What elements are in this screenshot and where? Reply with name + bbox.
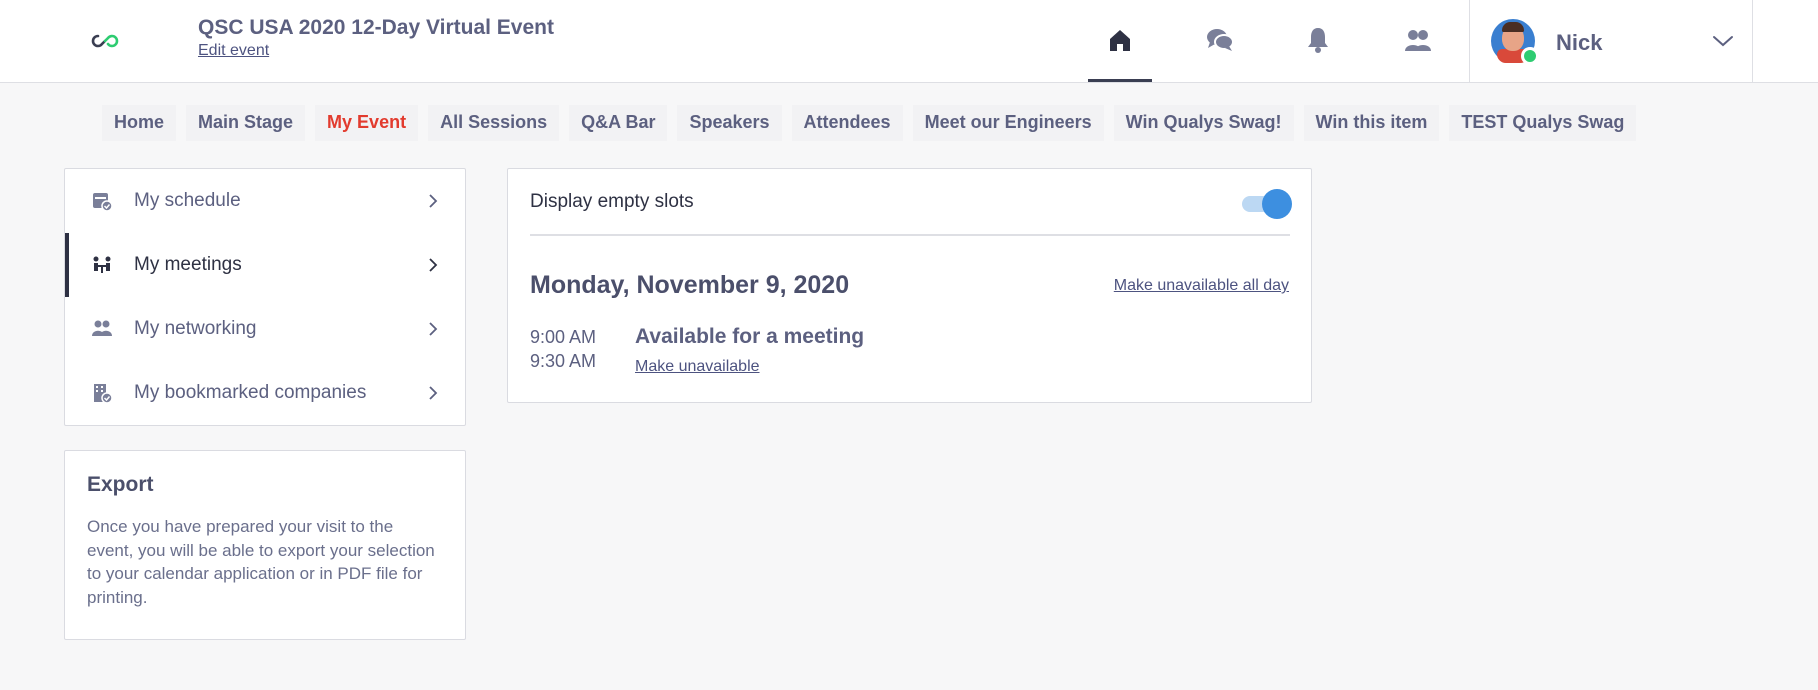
tab-attendees[interactable]: Attendees xyxy=(791,105,903,141)
networking-icon xyxy=(91,318,113,340)
building-check-icon xyxy=(91,382,113,404)
day-title: Monday, November 9, 2020 xyxy=(530,271,850,299)
chevron-right-icon xyxy=(425,257,441,273)
menu-item-label: My networking xyxy=(134,318,257,339)
event-tabs: Home Main Stage My Event All Sessions Q&… xyxy=(102,105,1637,141)
make-unavailable-link[interactable]: Make unavailable xyxy=(635,358,760,376)
slot-status: Available for a meeting xyxy=(635,325,865,348)
avatar[interactable] xyxy=(1491,19,1539,65)
export-description: Once you have prepared your visit to the… xyxy=(87,517,435,607)
make-unavailable-all-day-link[interactable]: Make unavailable all day xyxy=(1114,277,1289,295)
divider xyxy=(530,234,1290,236)
calendar-check-icon xyxy=(91,190,113,212)
user-menu[interactable]: Nick xyxy=(1469,0,1753,83)
online-status-icon xyxy=(1521,47,1539,65)
logo-icon[interactable] xyxy=(90,28,120,54)
chevron-right-icon xyxy=(425,385,441,401)
tab-main-stage[interactable]: Main Stage xyxy=(186,105,306,141)
tab-win-qualys-swag[interactable]: Win Qualys Swag! xyxy=(1113,105,1294,141)
menu-item-my-networking[interactable]: My networking xyxy=(65,297,465,361)
tab-speakers[interactable]: Speakers xyxy=(677,105,782,141)
tab-my-event[interactable]: My Event xyxy=(315,105,419,141)
user-name: Nick xyxy=(1556,30,1603,55)
meetings-panel: Display empty slots Monday, November 9, … xyxy=(507,168,1312,403)
chat-icon[interactable] xyxy=(1202,22,1238,58)
meeting-icon xyxy=(91,254,113,276)
top-header: QSC USA 2020 12-Day Virtual Event Edit e… xyxy=(0,0,1818,83)
tab-win-this-item[interactable]: Win this item xyxy=(1303,105,1440,141)
menu-item-my-bookmarked-companies[interactable]: My bookmarked companies xyxy=(65,361,465,425)
edit-event-link[interactable]: Edit event xyxy=(198,42,269,60)
home-icon[interactable] xyxy=(1088,22,1152,82)
tab-home[interactable]: Home xyxy=(102,105,177,141)
export-title: Export xyxy=(87,473,154,496)
event-title: QSC USA 2020 12-Day Virtual Event xyxy=(198,16,554,39)
tab-meet-our-engineers[interactable]: Meet our Engineers xyxy=(912,105,1104,141)
display-empty-slots-toggle[interactable] xyxy=(1242,189,1292,219)
my-event-menu: My schedule My meetings My networking My… xyxy=(64,168,466,426)
chevron-right-icon xyxy=(425,321,441,337)
menu-item-my-schedule[interactable]: My schedule xyxy=(65,169,465,233)
menu-item-label: My meetings xyxy=(134,254,242,275)
people-icon[interactable] xyxy=(1400,22,1436,58)
bell-icon[interactable] xyxy=(1300,22,1336,58)
menu-item-my-meetings[interactable]: My meetings xyxy=(65,233,465,297)
tab-all-sessions[interactable]: All Sessions xyxy=(428,105,560,141)
slot-end-time: 9:30 AM xyxy=(530,351,597,371)
export-panel: Export Once you have prepared your visit… xyxy=(64,450,466,640)
display-empty-slots-label: Display empty slots xyxy=(530,191,694,212)
menu-item-label: My bookmarked companies xyxy=(134,382,367,403)
chevron-down-icon[interactable] xyxy=(1710,28,1736,54)
slot-start-time: 9:00 AM xyxy=(530,327,597,347)
menu-item-label: My schedule xyxy=(134,190,241,211)
tab-test-qualys-swag[interactable]: TEST Qualys Swag xyxy=(1449,105,1637,141)
tab-qa-bar[interactable]: Q&A Bar xyxy=(569,105,668,141)
chevron-right-icon xyxy=(425,193,441,209)
